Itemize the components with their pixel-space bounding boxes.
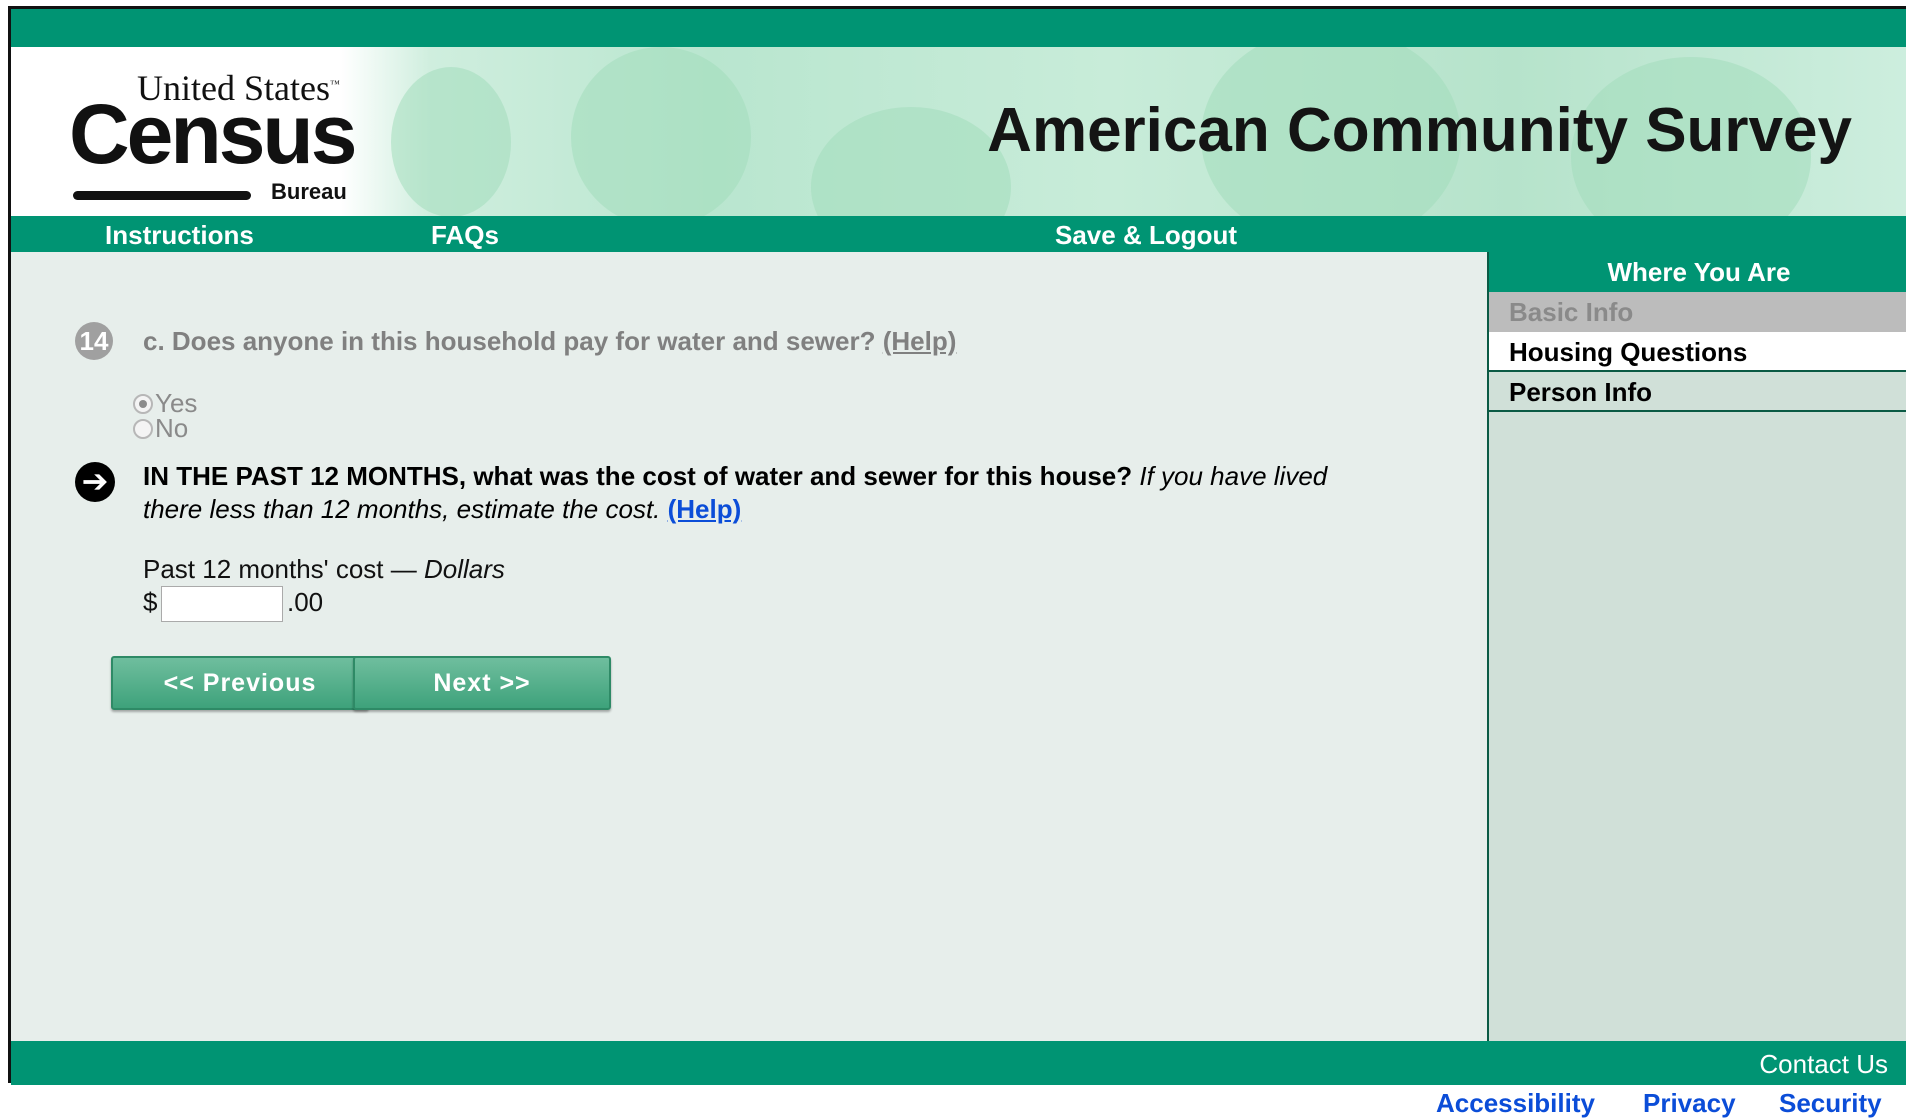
previous-button[interactable]: << Previous — [111, 656, 369, 710]
page-title: American Community Survey — [987, 96, 1852, 165]
logo-bureau: Bureau — [271, 179, 347, 204]
nav-bar: Instructions FAQs Save & Logout — [11, 216, 1906, 252]
banner-photo-shape — [811, 107, 1011, 216]
nav-instructions-link[interactable]: Instructions — [105, 220, 254, 251]
question-panel: 14 c. Does anyone in this household pay … — [11, 252, 1487, 1041]
cents-suffix: .00 — [287, 587, 324, 617]
current-question-caps: IN THE PAST 12 MONTHS, — [143, 461, 467, 491]
logo-underline — [73, 191, 251, 200]
where-you-are-sidebar: Where You Are Basic Info Housing Questio… — [1487, 252, 1906, 1041]
nav-faqs-link[interactable]: FAQs — [431, 220, 499, 251]
logo-census: Census — [69, 87, 357, 181]
contact-us-link[interactable]: Contact Us — [1759, 1049, 1888, 1080]
cost-label-unit: Dollars — [423, 554, 505, 584]
sidebar-item-housing-questions[interactable]: Housing Questions — [1489, 332, 1906, 372]
cost-label-text: Past 12 months' cost — — [143, 554, 424, 584]
current-question-text: what was the cost of water and sewer for… — [466, 461, 1133, 491]
footer-bar: Contact Us — [11, 1041, 1906, 1085]
footer-link-accessibility[interactable]: Accessibility — [1436, 1088, 1595, 1119]
question-number-badge: 14 — [75, 322, 113, 360]
radio-yes-selected[interactable] — [133, 393, 153, 414]
next-button[interactable]: Next >> — [353, 656, 611, 710]
top-bar — [11, 9, 1906, 47]
header-banner: United States™ Census Bureau American Co… — [11, 47, 1906, 216]
cost-label: Past 12 months' cost — Dollars — [143, 554, 505, 585]
dollar-sign: $ — [143, 587, 158, 617]
sidebar-heading: Where You Are — [1489, 252, 1906, 292]
sidebar-item-basic-info: Basic Info — [1489, 292, 1906, 332]
census-bureau-logo[interactable]: United States™ Census Bureau — [69, 67, 369, 207]
arrow-right-icon: ➔ — [75, 462, 115, 502]
cost-dollars-input[interactable] — [161, 586, 283, 622]
footer-link-security[interactable]: Security — [1779, 1088, 1882, 1119]
current-question-help-link[interactable]: (Help) — [668, 494, 742, 524]
banner-photo-shape — [391, 67, 511, 216]
sidebar-item-person-info[interactable]: Person Info — [1489, 372, 1906, 412]
current-question: IN THE PAST 12 MONTHS, what was the cost… — [143, 460, 1333, 526]
radio-option-no[interactable]: No — [133, 413, 188, 444]
radio-no[interactable] — [133, 418, 153, 439]
save-logout-link[interactable]: Save & Logout — [1055, 220, 1237, 251]
previous-question: c. Does anyone in this household pay for… — [143, 326, 956, 357]
banner-photo-shape — [571, 47, 751, 216]
footer-link-privacy[interactable]: Privacy — [1643, 1088, 1736, 1119]
previous-question-help-link[interactable]: (Help) — [883, 326, 957, 356]
radio-no-label: No — [155, 413, 189, 443]
previous-question-text: c. Does anyone in this household pay for… — [143, 326, 876, 356]
page-frame: United States™ Census Bureau American Co… — [8, 6, 1906, 1085]
